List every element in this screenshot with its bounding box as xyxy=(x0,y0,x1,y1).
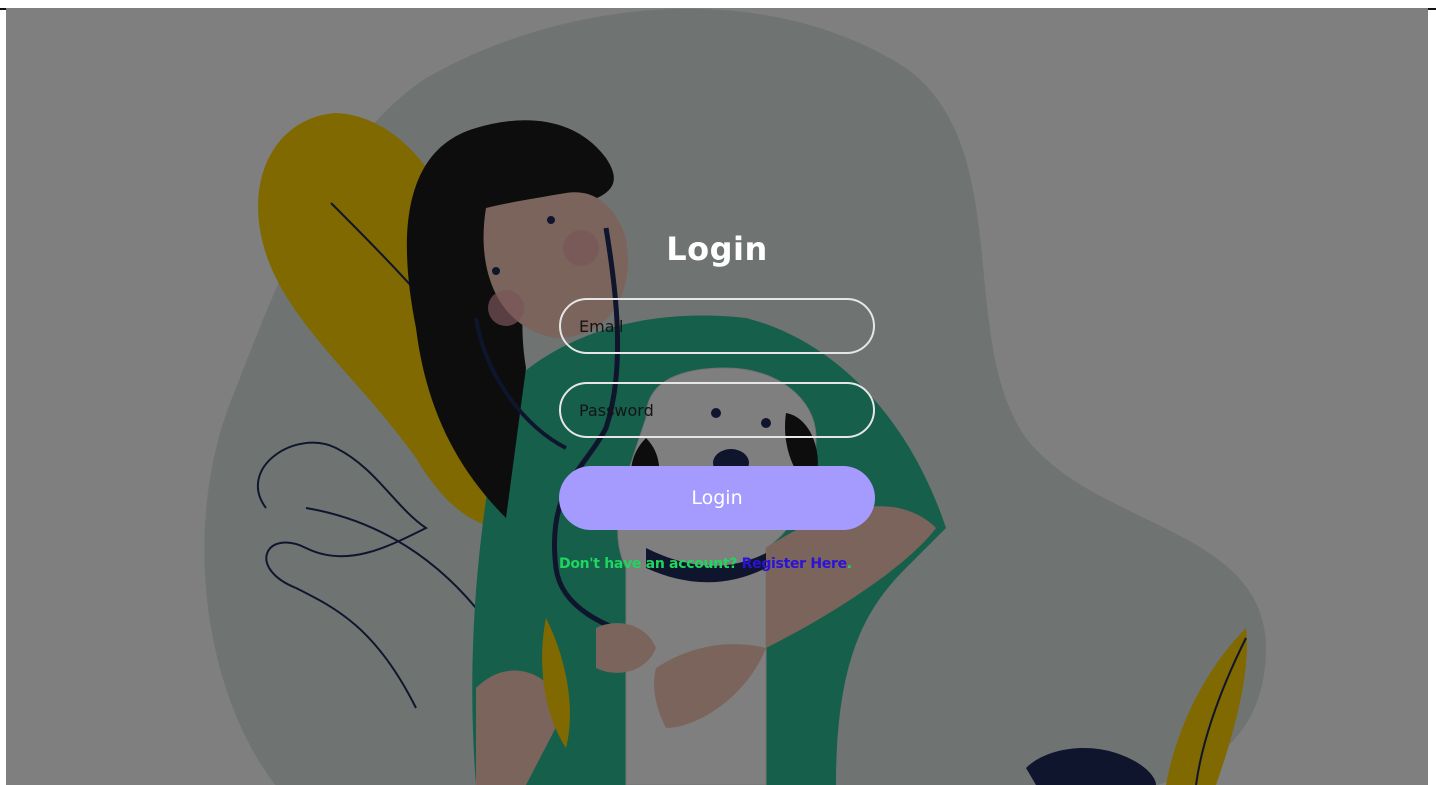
register-link[interactable]: Register Here xyxy=(742,556,847,572)
login-button[interactable]: Login xyxy=(559,466,875,530)
no-account-text: Don't have an account? xyxy=(559,556,738,572)
page-frame: Login Login Don't have an account? Regis… xyxy=(6,8,1428,785)
login-title: Login xyxy=(666,230,768,268)
register-prompt: Don't have an account? Register Here. xyxy=(559,556,875,572)
login-form: Login Login Don't have an account? Regis… xyxy=(559,230,875,572)
password-input[interactable] xyxy=(559,382,875,438)
register-suffix: . xyxy=(846,556,852,572)
email-input[interactable] xyxy=(559,298,875,354)
